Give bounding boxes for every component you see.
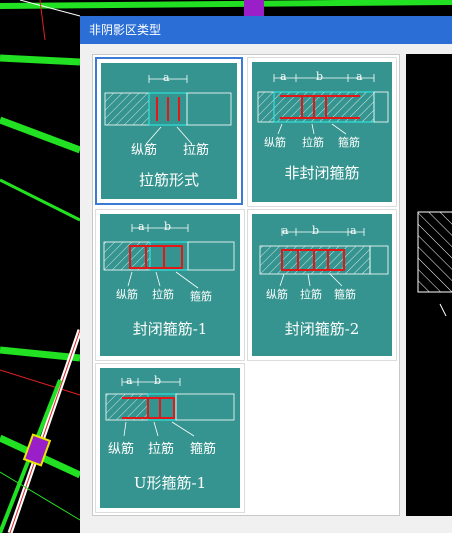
option-card: a b a 纵筋 拉筋 箍筋 非封闭箍筋 (252, 62, 392, 202)
dim-label-a: a (356, 70, 363, 83)
dim-label-a: a (163, 71, 170, 84)
option-card: a b a 纵筋 拉筋 箍筋 封闭箍筋-2 (252, 214, 392, 356)
dim-label-a: a (280, 70, 287, 83)
dim-label-a: a (126, 374, 133, 387)
option-u-stirrup-1[interactable]: a b 纵筋 拉筋 箍筋 U形箍筋-1 (95, 363, 245, 513)
part-label: 箍筋 (334, 288, 356, 301)
option-closed-stirrup-2[interactable]: a b a 纵筋 拉筋 箍筋 封闭箍筋-2 (247, 209, 397, 361)
type-options-grid: a 纵筋 拉筋 拉筋形式 a b a 纵筋 拉筋 箍筋 非封闭箍筋 a b 纵筋… (92, 54, 400, 516)
part-label: 纵筋 (116, 288, 138, 301)
dim-label-a: a (138, 220, 145, 233)
dim-label-a: a (282, 224, 289, 237)
dim-label-b: b (154, 374, 162, 387)
part-label: 拉筋 (302, 136, 324, 149)
non-shadow-zone-type-dialog: 非阴影区类型 a 纵筋 拉筋 拉筋形式 a b a 纵筋 拉筋 箍筋 非封闭箍筋… (80, 16, 452, 533)
option-label: 非封闭箍筋 (284, 164, 360, 182)
preview-hatch-icon (417, 211, 452, 317)
dim-label-b: b (164, 220, 172, 233)
part-label: 纵筋 (131, 143, 158, 158)
part-label: 箍筋 (190, 442, 217, 457)
option-label: U形箍筋-1 (133, 474, 207, 492)
part-label: 纵筋 (266, 288, 288, 301)
part-label: 拉筋 (183, 143, 210, 158)
part-label: 拉筋 (300, 288, 322, 301)
dim-label-a: a (350, 224, 357, 237)
option-closed-stirrup-1[interactable]: a b 纵筋 拉筋 箍筋 封闭箍筋-1 (95, 209, 245, 361)
part-label: 纵筋 (108, 442, 135, 457)
part-label: 箍筋 (338, 136, 360, 149)
option-label: 拉筋形式 (138, 171, 199, 189)
option-card: a 纵筋 拉筋 拉筋形式 (101, 63, 237, 199)
dim-label-b: b (312, 224, 320, 237)
option-tie-bar-form[interactable]: a 纵筋 拉筋 拉筋形式 (95, 57, 243, 205)
part-label: 拉筋 (148, 442, 175, 457)
dim-label-b: b (316, 70, 324, 83)
option-card: a b 纵筋 拉筋 箍筋 封闭箍筋-1 (100, 214, 240, 356)
part-label: 拉筋 (152, 288, 174, 301)
option-non-closed-stirrup[interactable]: a b a 纵筋 拉筋 箍筋 非封闭箍筋 (247, 57, 397, 207)
dialog-title: 非阴影区类型 (80, 16, 452, 44)
part-label: 纵筋 (264, 136, 286, 149)
part-label: 箍筋 (190, 290, 212, 303)
option-card: a b 纵筋 拉筋 箍筋 U形箍筋-1 (100, 368, 240, 508)
preview-pane (406, 54, 452, 516)
option-label: 封闭箍筋-1 (132, 320, 208, 338)
option-label: 封闭箍筋-2 (284, 320, 360, 338)
